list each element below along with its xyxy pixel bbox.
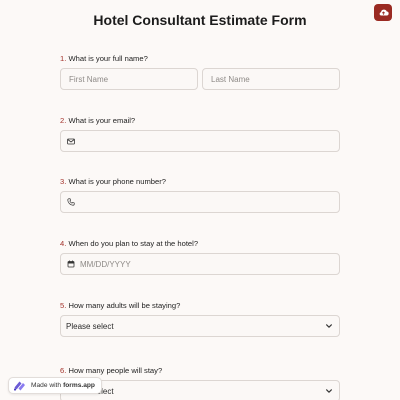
chevron-down-icon	[326, 324, 332, 328]
question-text: What is your full name?	[68, 54, 148, 63]
question-number: 3.	[60, 177, 67, 186]
question-text: How many adults will be staying?	[68, 301, 181, 310]
form-title: Hotel Consultant Estimate Form	[93, 12, 307, 28]
chevron-down-icon	[326, 389, 332, 393]
badge-brand: forms.app	[63, 382, 95, 389]
envelope-icon	[66, 137, 75, 146]
forms-app-logo-icon	[14, 381, 25, 391]
question-number: 1.	[60, 54, 67, 63]
last-name-field[interactable]: Last Name	[202, 68, 340, 90]
adults-select[interactable]: Please select	[60, 315, 340, 337]
question-number: 6.	[60, 366, 67, 375]
badge-prefix: Made with	[31, 382, 62, 389]
question-label-3: 3. What is your phone number?	[60, 177, 166, 186]
made-with-badge[interactable]: Made with forms.app	[8, 377, 102, 394]
question-text: What is your email?	[68, 116, 136, 125]
form-page: Hotel Consultant Estimate Form 1. What i…	[0, 0, 400, 400]
last-name-placeholder: Last Name	[211, 74, 250, 84]
first-name-field[interactable]: First Name	[60, 68, 198, 90]
date-placeholder: MM/DD/YYYY	[80, 259, 131, 269]
first-name-placeholder: First Name	[69, 74, 109, 84]
phone-icon	[66, 198, 75, 207]
question-text: When do you plan to stay at the hotel?	[68, 239, 199, 248]
question-label-6: 6. How many people will stay?	[60, 366, 162, 375]
question-label-5: 5. How many adults will be staying?	[60, 301, 180, 310]
phone-field[interactable]	[60, 191, 340, 213]
question-text: What is your phone number?	[68, 177, 166, 186]
adults-select-value: Please select	[66, 321, 114, 331]
question-label-1: 1. What is your full name?	[60, 54, 148, 63]
question-label-4: 4. When do you plan to stay at the hotel…	[60, 239, 198, 248]
calendar-icon	[66, 260, 75, 269]
question-number: 5.	[60, 301, 67, 310]
email-field[interactable]	[60, 130, 340, 152]
question-label-2: 2. What is your email?	[60, 116, 135, 125]
question-text: How many people will stay?	[68, 366, 163, 375]
people-select[interactable]: Please select	[60, 380, 340, 400]
question-number: 4.	[60, 239, 67, 248]
date-field[interactable]: MM/DD/YYYY	[60, 253, 340, 275]
question-number: 2.	[60, 116, 67, 125]
